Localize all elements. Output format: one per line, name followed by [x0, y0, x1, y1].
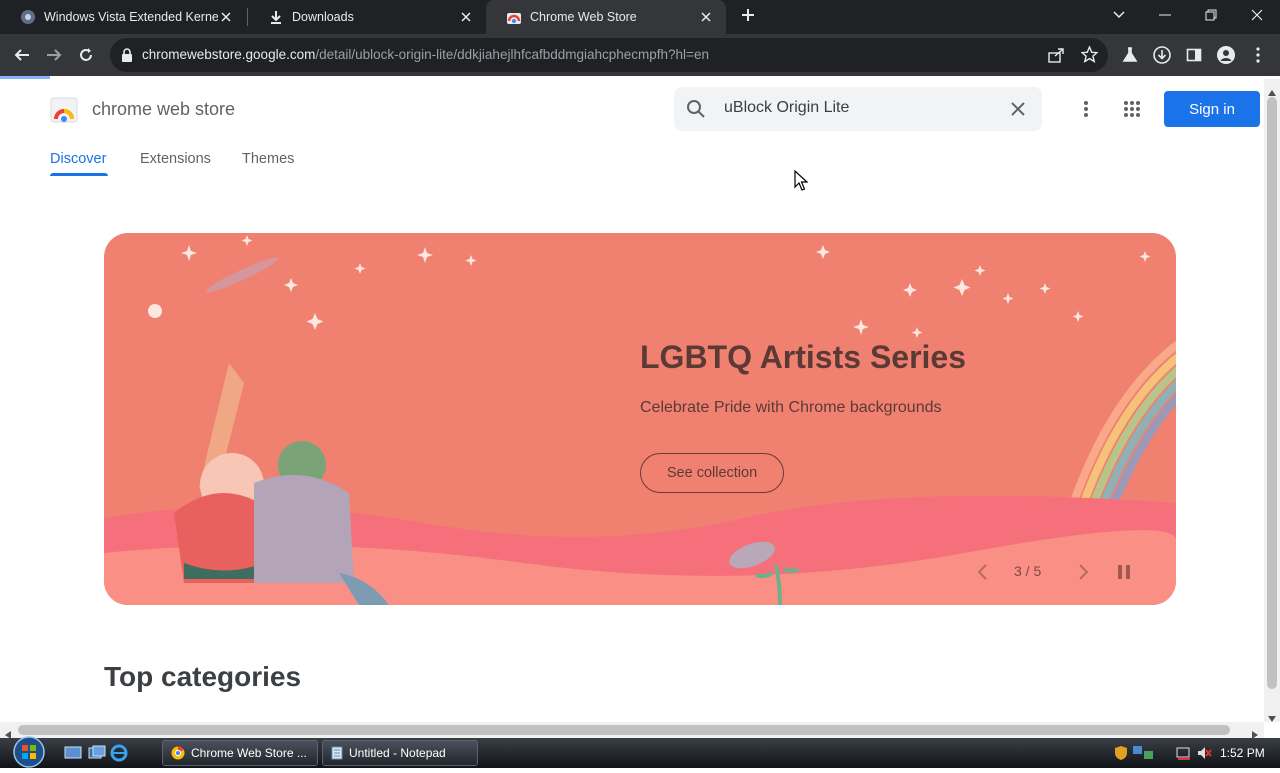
chrome-web-store-logo-icon[interactable] — [50, 95, 78, 128]
taskbar-item-chrome-web-store[interactable]: Chrome Web Store ... — [162, 740, 318, 766]
close-tab-icon[interactable] — [458, 9, 474, 25]
side-panel-icon[interactable] — [1178, 39, 1210, 71]
close-tab-icon[interactable] — [218, 9, 234, 25]
taskbar-item-label: Untitled - Notepad — [349, 746, 446, 760]
system-clock[interactable]: 1:52 PM — [1220, 746, 1265, 760]
carousel-pause-icon[interactable] — [1117, 564, 1131, 585]
tab-downloads[interactable]: Downloads — [248, 0, 486, 34]
restore-button[interactable] — [1188, 0, 1234, 30]
taskbar-item-label: Chrome Web Store ... — [191, 746, 307, 760]
section-title-top-categories: Top categories — [104, 661, 302, 692]
see-collection-button[interactable]: See collection — [640, 453, 784, 493]
horizontal-scroll-thumb[interactable] — [18, 725, 1230, 735]
tab-chrome-web-store[interactable]: Chrome Web Store — [486, 0, 726, 34]
tab-title: Windows Vista Extended Kernel — [44, 10, 218, 24]
lock-icon[interactable] — [121, 48, 133, 67]
site-favicon-icon — [20, 9, 36, 25]
banner-illustration — [104, 235, 1176, 605]
url-host: chromewebstore.google.com — [142, 47, 316, 62]
carousel-counter: 3 / 5 — [1014, 563, 1042, 579]
mouse-cursor-icon — [794, 169, 809, 197]
carousel-next-chevron-icon[interactable] — [1078, 563, 1090, 586]
downloads-icon[interactable] — [1146, 39, 1178, 71]
close-window-button[interactable] — [1234, 0, 1280, 30]
active-tab-indicator — [50, 173, 108, 176]
close-tab-icon[interactable] — [698, 9, 714, 25]
banner-subtitle: Celebrate Pride with Chrome backgrounds — [640, 399, 942, 416]
clear-search-icon[interactable] — [1010, 101, 1026, 122]
extensions-flask-icon[interactable] — [1114, 39, 1146, 71]
download-icon — [268, 9, 284, 25]
share-icon[interactable] — [1048, 47, 1064, 68]
browser-toolbar: chromewebstore.google.com/detail/ublock-… — [0, 34, 1280, 76]
vertical-scrollbar[interactable] — [1264, 79, 1280, 722]
url-text: chromewebstore.google.com/detail/ublock-… — [142, 47, 709, 62]
minimize-button[interactable] — [1142, 0, 1188, 30]
tab-discover[interactable]: Discover — [50, 151, 106, 167]
web-store-page: chrome web store uBlock Origin Lite Sign… — [0, 79, 1264, 722]
tab-search-chevron-down-icon[interactable] — [1096, 0, 1142, 30]
remote-display-icon[interactable] — [1176, 745, 1192, 766]
notepad-icon — [331, 746, 343, 760]
forward-arrow-icon[interactable] — [38, 39, 70, 71]
vertical-scroll-thumb[interactable] — [1267, 97, 1277, 689]
new-tab-button[interactable] — [732, 0, 764, 30]
chrome-menu-icon[interactable] — [1242, 39, 1274, 71]
horizontal-scrollbar[interactable] — [0, 722, 1264, 739]
store-title[interactable]: chrome web store — [92, 99, 235, 120]
start-orb-icon[interactable] — [8, 736, 50, 773]
banner-title: LGBTQ Artists Series — [640, 339, 967, 375]
internet-explorer-icon[interactable] — [110, 744, 128, 767]
address-bar[interactable]: chromewebstore.google.com/detail/ublock-… — [110, 38, 1108, 72]
tab-windows-vista-extended-kernel[interactable]: Windows Vista Extended Kernel — [0, 0, 246, 34]
featured-banner[interactable]: LGBTQ Artists Series Celebrate Pride wit… — [104, 233, 1176, 605]
switch-windows-icon[interactable] — [88, 745, 106, 766]
tab-title: Chrome Web Store — [530, 10, 637, 24]
google-apps-icon[interactable] — [1123, 100, 1141, 123]
volume-muted-icon[interactable] — [1196, 745, 1212, 766]
search-box[interactable]: uBlock Origin Lite — [674, 87, 1042, 131]
windows-taskbar: Chrome Web Store ... Untitled - Notepad … — [0, 736, 1280, 768]
tab-extensions[interactable]: Extensions — [140, 151, 211, 167]
back-arrow-icon[interactable] — [6, 39, 38, 71]
profile-icon[interactable] — [1210, 39, 1242, 71]
more-options-icon[interactable] — [1080, 100, 1092, 123]
chrome-web-store-favicon-icon — [506, 9, 522, 25]
tab-strip: Windows Vista Extended Kernel Downloads … — [0, 0, 1280, 34]
tab-title: Downloads — [292, 10, 354, 24]
show-desktop-icon[interactable] — [64, 745, 82, 766]
network-icon[interactable] — [1132, 745, 1156, 766]
reload-icon[interactable] — [70, 39, 102, 71]
search-input[interactable]: uBlock Origin Lite — [724, 99, 849, 117]
sign-in-button[interactable]: Sign in — [1164, 91, 1260, 127]
scroll-down-arrow-icon[interactable] — [1268, 709, 1276, 727]
url-path: /detail/ublock-origin-lite/ddkjiahejlhfc… — [315, 47, 709, 62]
carousel-prev-chevron-icon[interactable] — [976, 563, 988, 586]
search-icon[interactable] — [686, 99, 706, 124]
security-shield-icon[interactable] — [1114, 745, 1128, 766]
tab-themes[interactable]: Themes — [242, 151, 294, 167]
bookmark-star-icon[interactable] — [1080, 45, 1099, 68]
chrome-icon — [171, 746, 185, 760]
taskbar-item-notepad[interactable]: Untitled - Notepad — [322, 740, 478, 766]
